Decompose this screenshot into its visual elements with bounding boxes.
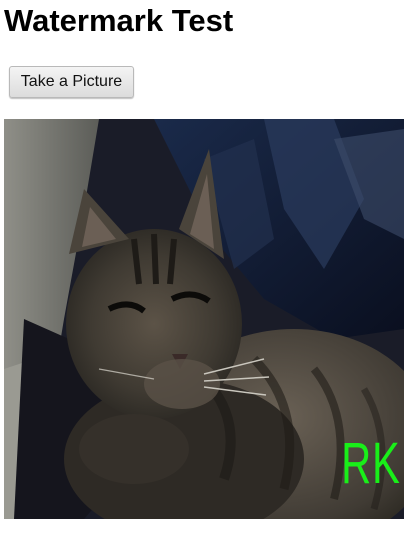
captured-photo: RK [4, 119, 404, 519]
watermark-text: RK [341, 431, 401, 496]
take-picture-button[interactable]: Take a Picture [9, 66, 134, 98]
page-title: Watermark Test [4, 3, 234, 38]
